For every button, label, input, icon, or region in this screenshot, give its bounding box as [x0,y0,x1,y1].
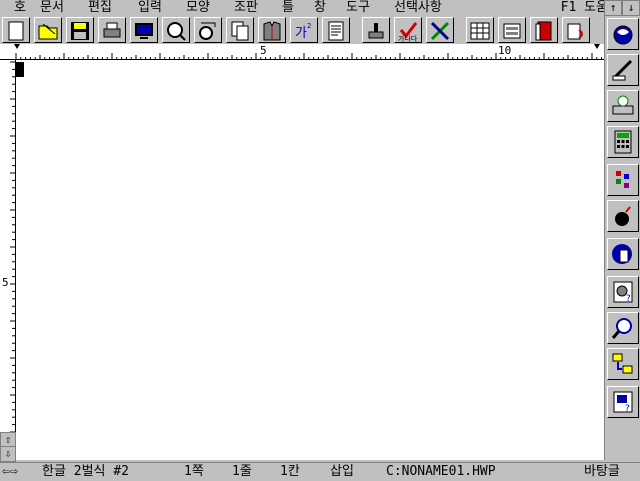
jacket-icon [263,21,281,41]
menu-hangul[interactable]: 호 [14,0,26,16]
form-icon [503,23,521,39]
document-area[interactable] [16,60,604,460]
ruler-ticks [14,44,603,59]
menu-bar: 호 문서 편집 입력 모양 조판 틀 창 도구 선택사항 F1 도움말 [0,0,640,16]
superscript-button[interactable]: 가2 [290,17,318,43]
scroll-down-arrow[interactable]: ↓ [622,0,640,16]
magnifier-icon [611,318,632,339]
hand-button[interactable] [607,238,639,270]
cd-drive-icon [612,95,634,115]
menu-window[interactable]: 창 [314,0,326,16]
blocks-icon [616,171,629,188]
svg-text:2: 2 [307,22,311,30]
new-doc-button[interactable] [2,17,30,43]
vertical-scroll-arrows: ⇧ ⇩ [0,432,16,462]
exchange-button[interactable] [607,348,639,380]
tools-icon [430,21,450,41]
scroll-up-arrow[interactable]: ↑ [604,0,622,16]
superscript-icon: 가2 [295,22,311,41]
ruler-label-5: 5 [260,44,267,57]
bomb-button[interactable] [607,200,639,232]
tools-button[interactable] [426,17,454,43]
globe-icon [613,25,633,45]
font-style[interactable]: 바탕글 [584,463,620,481]
spellcheck-button[interactable]: 가나다 [394,17,422,43]
spellcheck-icon: 가나다 [398,22,418,42]
open-folder-icon [38,23,58,40]
toolbar: 가2 가나다 [0,16,604,44]
print-button[interactable] [98,17,126,43]
form-button[interactable] [498,17,526,43]
menu-edit[interactable]: 편집 [88,0,112,16]
filename: C:NONAME01.HWP [386,464,496,479]
menu-layout[interactable]: 조판 [234,0,258,16]
menu-tools[interactable]: 도구 [346,0,370,16]
find-char-icon [167,22,186,41]
pencil-eraser-icon [612,59,633,81]
right-toolbar: ? ? [604,16,640,460]
document-lines-icon [328,21,344,41]
menu-frame[interactable]: 틀 [282,0,294,16]
table-icon [470,22,490,40]
save-disk-icon [71,22,89,40]
cd-button[interactable] [607,90,639,122]
menu-insert[interactable]: 입력 [138,0,162,16]
style-button[interactable] [258,17,286,43]
calculator-button[interactable] [607,126,639,158]
text-cursor [16,62,24,77]
book-icon [535,21,552,41]
blocks-button[interactable] [607,164,639,196]
globe-button[interactable] [607,18,639,50]
gear-help-icon: ? [613,281,633,304]
save-button[interactable] [66,17,94,43]
exchange-icon [612,353,633,374]
replace-button[interactable] [194,17,222,43]
screen-help-icon: ? [613,391,633,414]
table-button[interactable] [466,17,494,43]
svg-text:?: ? [625,404,630,414]
menu-format[interactable]: 모양 [186,0,210,16]
open-button[interactable] [34,17,62,43]
page-indicator: 1쪽 [184,464,204,479]
screen-help-button[interactable]: ? [607,386,639,418]
input-mode[interactable]: 한글 2벌식 #2 [42,463,129,481]
print-icon [103,22,121,38]
paste-icon [567,23,583,40]
hwp-window: 호 문서 편집 입력 모양 조판 틀 창 도구 선택사항 F1 도움말 ↑ ↓ [0,0,640,480]
column-indicator: 1칸 [280,464,300,479]
copy-button[interactable] [226,17,254,43]
calculator-icon [614,130,632,154]
menu-document[interactable]: 문서 [40,0,64,16]
stamp-icon [368,23,384,39]
replace-char-icon [199,22,216,40]
page-down-arrow[interactable]: ⇩ [0,446,16,462]
menu-options[interactable]: 선택사항 [394,0,442,16]
status-bar: ⇦⇨ 한글 2벌식 #2 1쪽 1줄 1칸 삽입 C:NONAME01.HWP … [0,462,640,480]
find-button[interactable] [162,17,190,43]
paste-button[interactable] [562,17,590,43]
book-button[interactable] [530,17,558,43]
vruler-ticks [10,61,15,432]
ruler-label-10: 10 [498,44,512,57]
settings-help-button[interactable]: ? [607,276,639,308]
preview-button[interactable] [130,17,158,43]
vertical-ruler: 5 [0,60,16,432]
svg-text:?: ? [626,294,631,304]
zoom-button[interactable] [607,312,639,344]
new-doc-icon [8,21,24,41]
svg-text:가나다: 가나다 [398,34,418,42]
monitor-icon [135,23,153,39]
stamp-button[interactable] [362,17,390,43]
horizontal-ruler[interactable]: 5 10 [0,44,604,60]
bomb-icon [615,206,631,226]
hand-click-icon [612,244,632,264]
svg-text:가: 가 [295,26,307,41]
copy-icon [231,21,249,41]
pencil-button[interactable] [607,54,639,86]
line-indicator: 1줄 [232,464,252,479]
insert-mode[interactable]: 삽입 [330,463,354,481]
scroll-left-right-icon[interactable]: ⇦⇨ [2,463,18,481]
paragraph-button[interactable] [322,17,350,43]
vruler-label-5: 5 [2,276,9,289]
